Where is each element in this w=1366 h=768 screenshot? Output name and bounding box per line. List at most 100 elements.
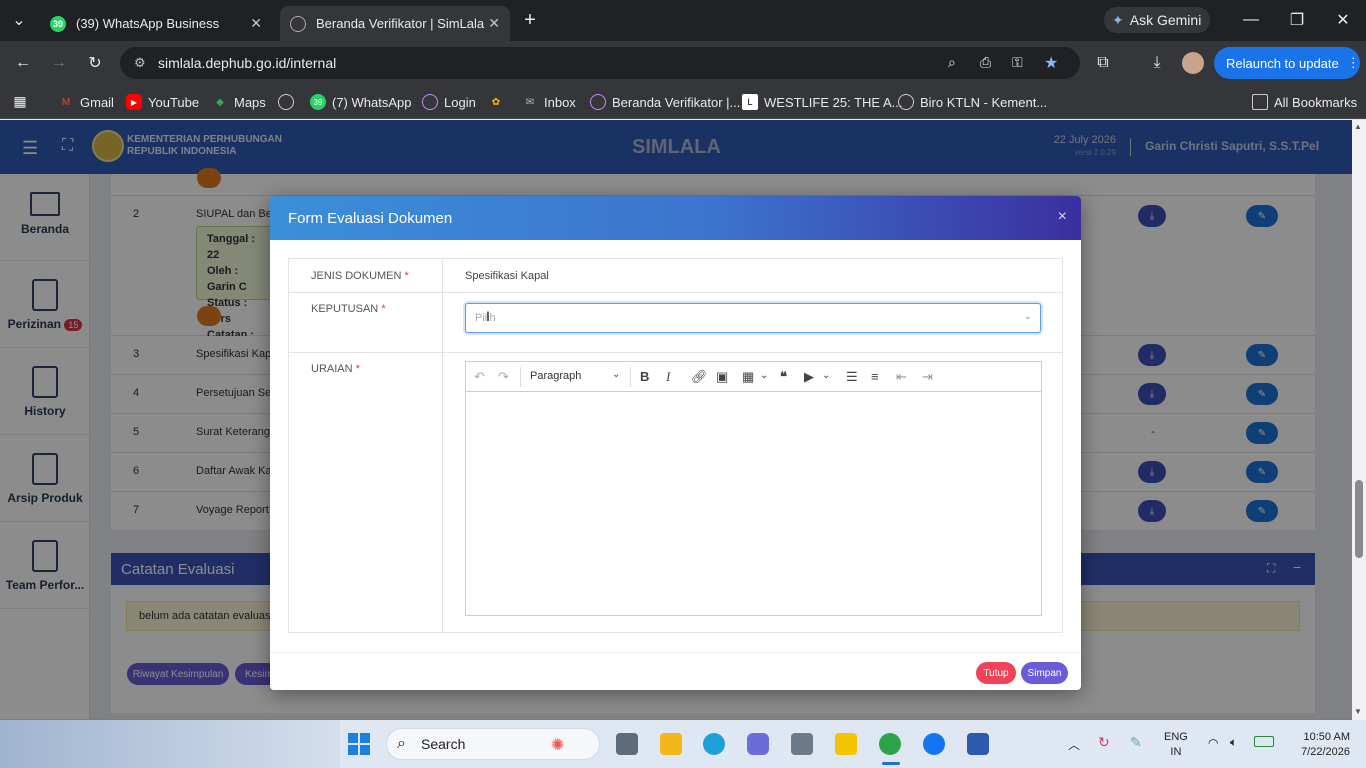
- volume-icon[interactable]: 🔈︎: [1230, 735, 1237, 750]
- sync-icon[interactable]: ↻: [1098, 734, 1110, 751]
- all-bookmarks[interactable]: All Bookmarks: [1252, 92, 1357, 112]
- battery-icon[interactable]: [1254, 736, 1274, 747]
- indent-icon[interactable]: ⇥: [922, 369, 933, 385]
- chevron-down-icon: ⌄: [1024, 311, 1032, 321]
- jenis-dokumen-label: JENIS DOKUMEN *: [311, 270, 409, 282]
- label-text: JENIS DOKUMEN: [311, 270, 402, 282]
- footer-divider: [270, 652, 1081, 653]
- gmail-icon: M: [61, 96, 71, 108]
- minimize-icon[interactable]: —: [1240, 10, 1262, 30]
- bookmark-westlife[interactable]: L WESTLIFE 25: THE A...: [742, 92, 902, 112]
- site-info-icon[interactable]: ⚙: [134, 55, 146, 71]
- page-scrollbar[interactable]: ▲ ▼: [1352, 120, 1366, 720]
- editor-content-area[interactable]: [466, 393, 1041, 615]
- bookmark-login[interactable]: Login: [422, 92, 476, 112]
- bookmark-photos[interactable]: ✿: [488, 92, 510, 112]
- maps-pin-icon: ◆: [216, 96, 224, 108]
- form-evaluasi-modal: Form Evaluasi Dokumen × JENIS DOKUMEN * …: [270, 196, 1081, 690]
- apps-grid-icon[interactable]: ▦: [10, 92, 30, 110]
- sticky-notes-icon[interactable]: [835, 733, 857, 755]
- password-key-icon[interactable]: ⚿: [1012, 54, 1023, 71]
- bookmark-maps[interactable]: ◆ Maps: [212, 92, 266, 112]
- toolbar-divider: [520, 367, 521, 387]
- clock-date: 7/22/2026: [1301, 746, 1350, 758]
- table-icon[interactable]: ▦: [742, 369, 754, 385]
- tab-simlala[interactable]: Beranda Verifikator | SimLala ✕: [280, 6, 510, 41]
- start-button[interactable]: [348, 733, 370, 755]
- file-explorer-icon[interactable]: [660, 733, 682, 755]
- globe-icon: [278, 94, 294, 110]
- camera-icon[interactable]: [791, 733, 813, 755]
- clock-time: 10:50 AM: [1303, 731, 1350, 743]
- edge-icon[interactable]: [703, 733, 725, 755]
- install-icon[interactable]: ⎙: [980, 54, 991, 71]
- word-icon[interactable]: [967, 733, 989, 755]
- wallpaper-strip: [0, 720, 340, 768]
- bookmark-inbox[interactable]: ✉ Inbox: [522, 92, 576, 112]
- tray-overflow-icon[interactable]: ︿: [1068, 736, 1080, 753]
- tutup-button[interactable]: Tutup: [976, 662, 1016, 684]
- pinwheel-icon: ✿: [491, 96, 501, 108]
- close-tab-icon[interactable]: ✕: [488, 15, 500, 32]
- uraian-label: URAIAN *: [311, 363, 360, 375]
- scrollbar-thumb[interactable]: [1355, 480, 1363, 558]
- link-icon[interactable]: 🔗︎: [691, 369, 708, 385]
- zoom-icon[interactable]: ⌕: [948, 54, 956, 71]
- profile-avatar[interactable]: [1182, 52, 1204, 74]
- label-text: URAIAN: [311, 363, 353, 375]
- clock[interactable]: 10:50 AM 7/22/2026: [1290, 730, 1350, 760]
- italic-icon[interactable]: I: [666, 369, 670, 385]
- scroll-up-icon[interactable]: ▲: [1354, 122, 1362, 131]
- bulleted-list-icon[interactable]: ☰: [846, 369, 858, 385]
- address-bar[interactable]: ⚙ simlala.dephub.go.id/internal ⌕ ⎙ ⚿ ★: [120, 47, 1080, 79]
- downloads-icon[interactable]: ⤓: [1146, 53, 1168, 73]
- bold-icon[interactable]: B: [640, 369, 649, 384]
- bookmark-label: WESTLIFE 25: THE A...: [764, 94, 903, 110]
- close-window-icon[interactable]: ✕: [1332, 10, 1354, 30]
- coral-reef-icon: ✺: [551, 737, 565, 754]
- bookmark-gmail[interactable]: M Gmail: [58, 92, 114, 112]
- taskbar-search[interactable]: ⌕ Search ✺: [386, 728, 600, 760]
- bookmark-label: Beranda Verifikator |...: [612, 94, 741, 110]
- bookmark-globe[interactable]: [278, 92, 300, 112]
- task-view-icon[interactable]: [616, 733, 638, 755]
- blockquote-icon[interactable]: ❝: [780, 369, 787, 385]
- zoom-app-icon[interactable]: [923, 733, 945, 755]
- login-site-icon: [422, 94, 438, 110]
- tab-search-icon[interactable]: ⌄: [8, 10, 30, 30]
- wifi-icon[interactable]: ◠: [1208, 736, 1218, 750]
- bookmark-beranda[interactable]: Beranda Verifikator |...: [590, 92, 740, 112]
- extensions-icon[interactable]: ⧉: [1092, 53, 1114, 73]
- language-indicator[interactable]: ENG IN: [1164, 730, 1188, 760]
- keputusan-select[interactable]: Pilih I ⌄: [465, 303, 1041, 333]
- relaunch-button[interactable]: Relaunch to update ⋮: [1214, 47, 1360, 79]
- bookmark-star-icon[interactable]: ★: [1044, 53, 1058, 73]
- tray-app-icon[interactable]: ✎: [1130, 734, 1142, 751]
- insert-image-icon[interactable]: ▣: [716, 369, 728, 385]
- redo-icon[interactable]: ↷: [498, 369, 509, 385]
- scroll-down-icon[interactable]: ▼: [1354, 707, 1362, 716]
- back-icon[interactable]: ←: [12, 53, 34, 73]
- paragraph-format-dropdown[interactable]: Paragraph: [530, 370, 581, 382]
- tab-whatsapp[interactable]: 39 (39) WhatsApp Business ✕: [40, 6, 272, 41]
- undo-icon[interactable]: ↶: [474, 369, 485, 385]
- bookmark-whatsapp[interactable]: 39 (7) WhatsApp: [310, 92, 411, 112]
- bookmark-label: Maps: [234, 94, 266, 110]
- bookmark-biro-ktln[interactable]: Biro KTLN - Kement...: [898, 92, 1047, 112]
- bookmark-label: Login: [444, 94, 476, 110]
- chrome-icon[interactable]: [879, 733, 901, 755]
- media-embed-icon[interactable]: ▶: [804, 369, 814, 385]
- maximize-icon[interactable]: ❐: [1286, 10, 1308, 30]
- reload-icon[interactable]: ↻: [84, 53, 106, 73]
- row-divider: [289, 292, 1062, 293]
- outdent-icon[interactable]: ⇤: [896, 369, 907, 385]
- modal-close-icon[interactable]: ×: [1058, 208, 1067, 226]
- new-tab-icon[interactable]: +: [519, 9, 541, 31]
- forward-icon[interactable]: →: [48, 53, 70, 73]
- simpan-button[interactable]: Simpan: [1021, 662, 1068, 684]
- close-tab-icon[interactable]: ✕: [250, 15, 262, 32]
- numbered-list-icon[interactable]: ≡: [871, 369, 879, 384]
- bookmark-youtube[interactable]: ▶ YouTube: [126, 92, 199, 112]
- ask-gemini-button[interactable]: ✦ Ask Gemini: [1104, 7, 1210, 33]
- copilot-icon[interactable]: [747, 733, 769, 755]
